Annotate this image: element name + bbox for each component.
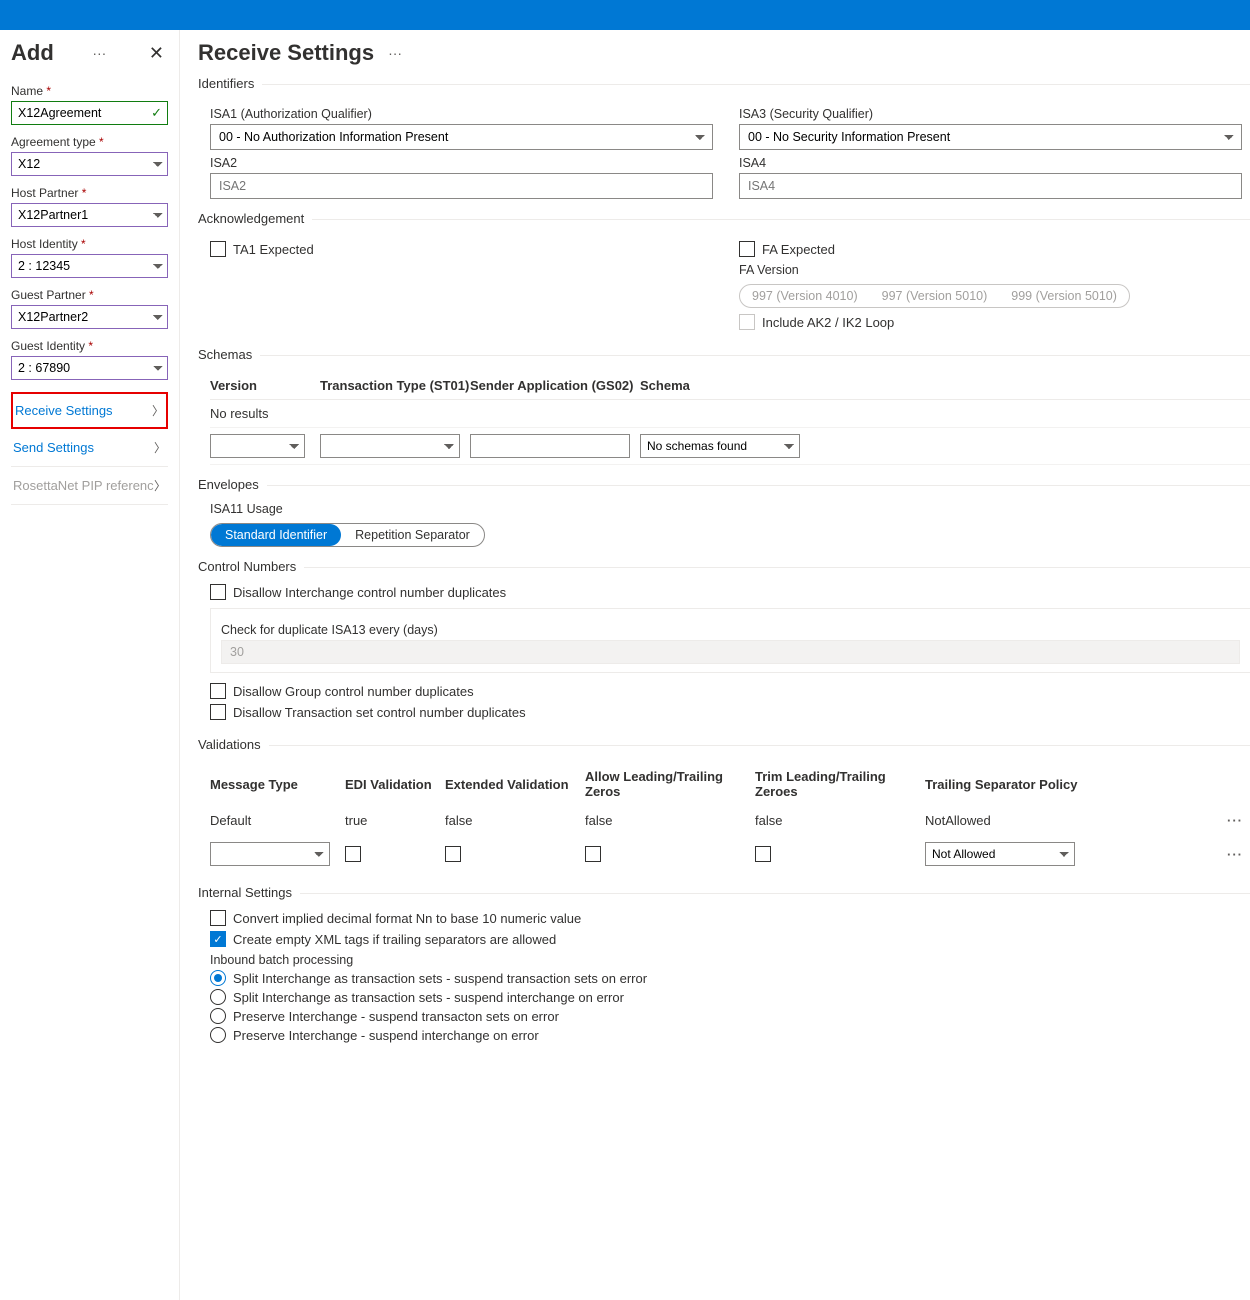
add-more-icon[interactable]: ··· <box>88 45 110 61</box>
row-more-icon[interactable]: ··· <box>1227 813 1243 828</box>
guest-partner-select[interactable]: X12Partner2 <box>11 305 168 329</box>
val-edi-checkbox[interactable] <box>345 846 361 862</box>
batch-radio-2[interactable] <box>210 1008 226 1024</box>
batch-radio-0[interactable] <box>210 970 226 986</box>
validation-row: Default true false false false NotAllowe… <box>210 806 1250 835</box>
disallow-transaction-checkbox[interactable] <box>210 704 226 720</box>
isa3-label: ISA3 (Security Qualifier) <box>739 107 1242 121</box>
name-input[interactable] <box>11 101 168 125</box>
internal-settings-section: Internal Settings Convert implied decima… <box>198 893 1250 1058</box>
guest-partner-label: Guest Partner <box>11 288 168 302</box>
validations-section: Validations Message Type EDI Validation … <box>198 745 1250 885</box>
disallow-interchange-checkbox[interactable] <box>210 584 226 600</box>
disallow-group-checkbox[interactable] <box>210 683 226 699</box>
isa3-select[interactable]: 00 - No Security Information Present <box>739 124 1242 150</box>
check-isa13-label: Check for duplicate ISA13 every (days) <box>221 623 1240 637</box>
name-label: Name <box>11 84 168 98</box>
isa2-label: ISA2 <box>210 156 713 170</box>
schema-select[interactable]: No schemas found <box>640 434 800 458</box>
schema-sa-input[interactable] <box>470 434 630 458</box>
batch-radio-3[interactable] <box>210 1027 226 1043</box>
chevron-right-icon: 〉 <box>152 402 164 419</box>
identifiers-section: Identifiers ISA1 (Authorization Qualifie… <box>198 84 1250 211</box>
val-msgtype-select[interactable] <box>210 842 330 866</box>
fa-version-label: FA Version <box>739 263 1242 277</box>
host-identity-label: Host Identity <box>11 237 168 251</box>
receive-settings-title: Receive Settings <box>198 40 374 66</box>
check-isa13-input <box>221 640 1240 664</box>
row-more-icon[interactable]: ··· <box>1227 847 1243 862</box>
include-ak2-checkbox <box>739 314 755 330</box>
batch-radio-1[interactable] <box>210 989 226 1005</box>
host-partner-label: Host Partner <box>11 186 168 200</box>
guest-identity-select[interactable]: 2 : 67890 <box>11 356 168 380</box>
settings-more-icon[interactable]: ··· <box>384 45 406 61</box>
val-policy-select[interactable]: Not Allowed <box>925 842 1075 866</box>
repetition-separator-pill[interactable]: Repetition Separator <box>341 524 484 546</box>
add-title: Add <box>11 40 54 66</box>
fa-checkbox[interactable] <box>739 241 755 257</box>
ta1-checkbox[interactable] <box>210 241 226 257</box>
receive-settings-panel: Receive Settings ··· Identifiers ISA1 (A… <box>180 30 1250 1300</box>
chevron-right-icon: 〉 <box>154 439 166 456</box>
envelopes-section: Envelopes ISA11 Usage Standard Identifie… <box>198 485 1250 559</box>
no-results-text: No results <box>210 406 269 421</box>
guest-identity-label: Guest Identity <box>11 339 168 353</box>
convert-decimal-checkbox[interactable] <box>210 910 226 926</box>
isa1-label: ISA1 (Authorization Qualifier) <box>210 107 713 121</box>
batch-label: Inbound batch processing <box>210 953 1250 967</box>
send-settings-link[interactable]: Send Settings 〉 <box>11 429 168 467</box>
add-panel: Add ··· ✕ Name ✓ Agreement type X12 Host… <box>0 30 180 1300</box>
val-allow-checkbox[interactable] <box>585 846 601 862</box>
val-ext-checkbox[interactable] <box>445 846 461 862</box>
isa4-input[interactable] <box>739 173 1242 199</box>
isa11-label: ISA11 Usage <box>210 502 1250 516</box>
schema-version-select[interactable] <box>210 434 305 458</box>
chevron-right-icon: 〉 <box>154 477 166 494</box>
agreement-type-select[interactable]: X12 <box>11 152 168 176</box>
isa1-select[interactable]: 00 - No Authorization Information Presen… <box>210 124 713 150</box>
val-trim-checkbox[interactable] <box>755 846 771 862</box>
agreement-type-label: Agreement type <box>11 135 168 149</box>
top-bar <box>0 0 1250 30</box>
create-empty-checkbox[interactable]: ✓ <box>210 931 226 947</box>
control-numbers-section: Control Numbers Disallow Interchange con… <box>198 567 1250 737</box>
rosettanet-link[interactable]: RosettaNet PIP referenc 〉 <box>11 467 168 505</box>
standard-identifier-pill[interactable]: Standard Identifier <box>211 524 341 546</box>
isa2-input[interactable] <box>210 173 713 199</box>
host-identity-select[interactable]: 2 : 12345 <box>11 254 168 278</box>
isa11-toggle[interactable]: Standard Identifier Repetition Separator <box>210 523 485 547</box>
receive-settings-link[interactable]: Receive Settings 〉 <box>11 392 168 429</box>
check-icon: ✓ <box>151 105 162 121</box>
isa4-label: ISA4 <box>739 156 1242 170</box>
schemas-section: Schemas Version Transaction Type (ST01) … <box>198 355 1250 477</box>
host-partner-select[interactable]: X12Partner1 <box>11 203 168 227</box>
schema-tt-select[interactable] <box>320 434 460 458</box>
fa-version-segment: 997 (Version 4010) 997 (Version 5010) 99… <box>739 284 1130 308</box>
acknowledgement-section: Acknowledgement TA1 Expected FA Expected… <box>198 219 1250 347</box>
close-icon[interactable]: ✕ <box>145 41 168 66</box>
